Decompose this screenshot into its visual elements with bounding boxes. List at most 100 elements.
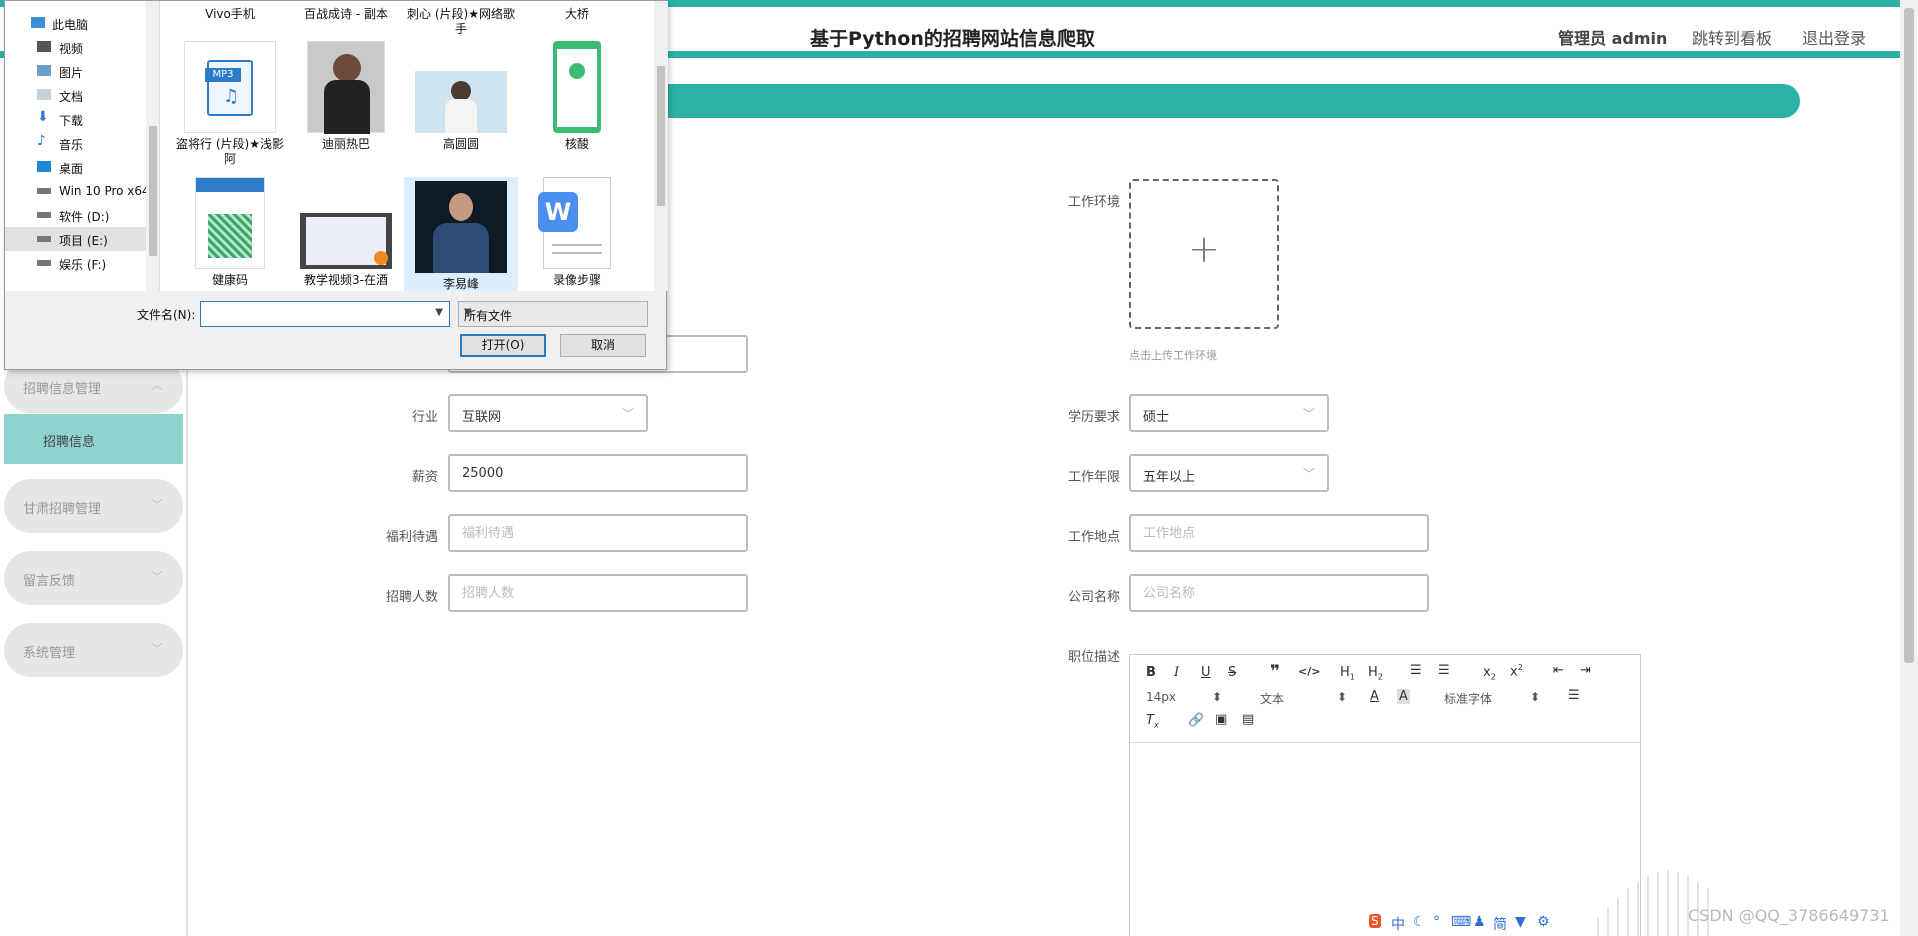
background-color-icon[interactable]: A <box>1397 689 1410 704</box>
italic-icon[interactable]: I <box>1174 665 1179 680</box>
headcount-label: 招聘人数 <box>385 590 438 605</box>
tree-item-music[interactable]: ♪ 音乐 <box>5 131 146 155</box>
file-item[interactable]: W 录像步骤 <box>520 177 634 288</box>
scrollbar-thumb[interactable] <box>1904 8 1914 663</box>
file-open-dialog: 此电脑 视频 图片 文档 ⬇ 下载 ♪ 音乐 桌面 Win 10 Pro x64… <box>4 0 668 370</box>
scrollbar-thumb[interactable] <box>149 126 157 256</box>
tree-item-drive-d[interactable]: 软件 (D:) <box>5 203 146 227</box>
photo-thumbnail <box>307 41 385 134</box>
file-item-top[interactable]: 刺心 (片段)★网络歌手 <box>404 3 518 37</box>
tree-item-pictures[interactable]: 图片 <box>5 59 146 83</box>
ordered-list-icon[interactable]: ☰ <box>1410 663 1422 678</box>
font-size-select[interactable]: 14px <box>1146 690 1176 704</box>
salary-input[interactable] <box>448 454 748 492</box>
industry-value: 互联网 <box>462 410 502 425</box>
photo-thumbnail <box>415 71 507 133</box>
file-item[interactable]: 教学视频3-在酒 <box>289 177 403 288</box>
clear-format-icon[interactable]: Tx <box>1146 713 1159 730</box>
outdent-icon[interactable]: ⇤ <box>1553 663 1564 678</box>
file-item[interactable]: 迪丽热巴 <box>289 41 403 152</box>
file-item[interactable]: 高圆圆 <box>404 41 518 152</box>
heading1-icon[interactable]: H1 <box>1340 665 1355 682</box>
video-icon[interactable]: ▤ <box>1242 712 1254 727</box>
chevron-down-icon[interactable]: ▼ <box>435 307 443 318</box>
music-icon: ♪ <box>37 133 46 149</box>
logout-link[interactable]: 退出登录 <box>1802 25 1866 49</box>
indent-icon[interactable]: ⇥ <box>1580 663 1591 678</box>
scrollbar-thumb[interactable] <box>657 66 665 206</box>
superscript-icon[interactable]: x2 <box>1510 663 1523 679</box>
industry-select[interactable]: 互联网 ﹀ <box>448 394 648 432</box>
sidebar-group-gansu[interactable]: 甘肃招聘管理 ﹀ <box>4 479 183 533</box>
site-title: 基于Python的招聘网站信息爬取 <box>810 28 1095 50</box>
moon-icon[interactable]: ☾ <box>1413 914 1426 930</box>
tree-item-this-pc[interactable]: 此电脑 <box>5 11 146 35</box>
page-scrollbar[interactable] <box>1900 0 1918 936</box>
education-select[interactable]: 硕士 ﹀ <box>1129 394 1329 432</box>
file-name: 核酸 <box>564 137 589 151</box>
file-grid-scrollbar[interactable] <box>654 1 668 291</box>
file-type-select[interactable]: 所有文件 ▼ <box>458 301 648 327</box>
tree-item-videos[interactable]: 视频 <box>5 35 146 59</box>
align-icon[interactable]: ☰ <box>1568 688 1580 703</box>
headcount-input[interactable] <box>448 574 748 612</box>
punctuation-icon[interactable]: ° <box>1433 914 1440 930</box>
file-name: 大桥 <box>564 7 589 21</box>
subscript-icon[interactable]: x2 <box>1483 665 1496 682</box>
heading2-icon[interactable]: H2 <box>1368 665 1383 682</box>
blockquote-icon[interactable]: ❞ <box>1270 662 1280 682</box>
location-input[interactable] <box>1129 514 1429 552</box>
user-icon[interactable]: ♟ <box>1473 914 1486 930</box>
sidebar-item-recruit-info[interactable]: 招聘信息 <box>4 414 183 464</box>
file-name: 健康码 <box>211 273 248 287</box>
image-icon[interactable]: ▣ <box>1215 712 1227 727</box>
strikethrough-icon[interactable]: S <box>1228 665 1236 680</box>
video-thumbnail <box>300 213 392 269</box>
file-grid: Vivo手机 百战成诗 - 副本 刺心 (片段)★网络歌手 大桥 MP3 ♫ 盗… <box>160 1 654 291</box>
font-family-select[interactable]: 标准字体 <box>1444 690 1492 707</box>
keyboard-icon[interactable]: ⌨ <box>1451 914 1471 930</box>
sidebar-item-label: 招聘信息 <box>43 435 96 450</box>
sidebar-group-system[interactable]: 系统管理 ﹀ <box>4 623 183 677</box>
cancel-button[interactable]: 取消 <box>560 334 646 357</box>
chevron-down-icon: ▼ <box>464 307 472 318</box>
company-input[interactable] <box>1129 574 1429 612</box>
filename-input[interactable]: ▼ <box>200 301 450 327</box>
dashboard-link[interactable]: 跳转到看板 <box>1692 25 1772 49</box>
underline-icon[interactable]: U <box>1201 665 1211 680</box>
link-icon[interactable]: 🔗 <box>1188 713 1204 728</box>
font-color-icon[interactable]: A <box>1370 689 1379 704</box>
tree-item-drive-f[interactable]: 娱乐 (F:) <box>5 251 146 275</box>
file-item[interactable]: 健康码 <box>173 177 287 288</box>
file-item[interactable]: 核酸 <box>520 41 634 152</box>
work-env-upload[interactable]: + <box>1129 179 1279 329</box>
paragraph-select[interactable]: 文本 <box>1260 690 1284 707</box>
tree-item-label: 娱乐 (F:) <box>59 258 107 272</box>
skin-icon[interactable]: ▼ <box>1515 914 1526 930</box>
benefits-input[interactable] <box>448 514 748 552</box>
tree-item-drive-c[interactable]: Win 10 Pro x64 <box>5 179 150 203</box>
open-button[interactable]: 打开(O) <box>460 334 546 357</box>
upload-hint: 点击上传工作环境 <box>1129 349 1217 362</box>
gear-icon[interactable]: ⚙ <box>1537 914 1550 930</box>
file-item-top[interactable]: Vivo手机 <box>173 3 287 22</box>
ime-mode[interactable]: 中 <box>1391 914 1405 934</box>
file-item[interactable]: MP3 ♫ 盗将行 (片段)★浅影阿 <box>173 41 287 167</box>
experience-select[interactable]: 五年以上 ﹀ <box>1129 454 1329 492</box>
tree-item-desktop[interactable]: 桌面 <box>5 155 146 179</box>
file-item-top[interactable]: 大桥 <box>520 3 634 22</box>
sogou-icon[interactable]: S <box>1369 914 1381 928</box>
simplified-icon[interactable]: 简 <box>1493 914 1507 934</box>
bold-icon[interactable]: B <box>1146 665 1156 680</box>
picture-folder-icon <box>37 65 51 76</box>
file-item-top[interactable]: 百战成诗 - 副本 <box>289 3 403 22</box>
editor-toolbar: B I U S ❞ </> H1 H2 ☰ ☰ x2 x2 ⇤ ⇥ 14px ⬍… <box>1130 655 1640 743</box>
bullet-list-icon[interactable]: ☰ <box>1438 663 1450 678</box>
sidebar-group-feedback[interactable]: 留言反馈 ﹀ <box>4 551 183 605</box>
code-icon[interactable]: </> <box>1298 665 1320 678</box>
file-item-selected[interactable]: 李易峰 <box>404 177 518 291</box>
tree-item-documents[interactable]: 文档 <box>5 83 146 107</box>
tree-scrollbar[interactable] <box>146 1 159 291</box>
tree-item-drive-e[interactable]: 项目 (E:) <box>5 227 146 251</box>
tree-item-downloads[interactable]: ⬇ 下载 <box>5 107 146 131</box>
